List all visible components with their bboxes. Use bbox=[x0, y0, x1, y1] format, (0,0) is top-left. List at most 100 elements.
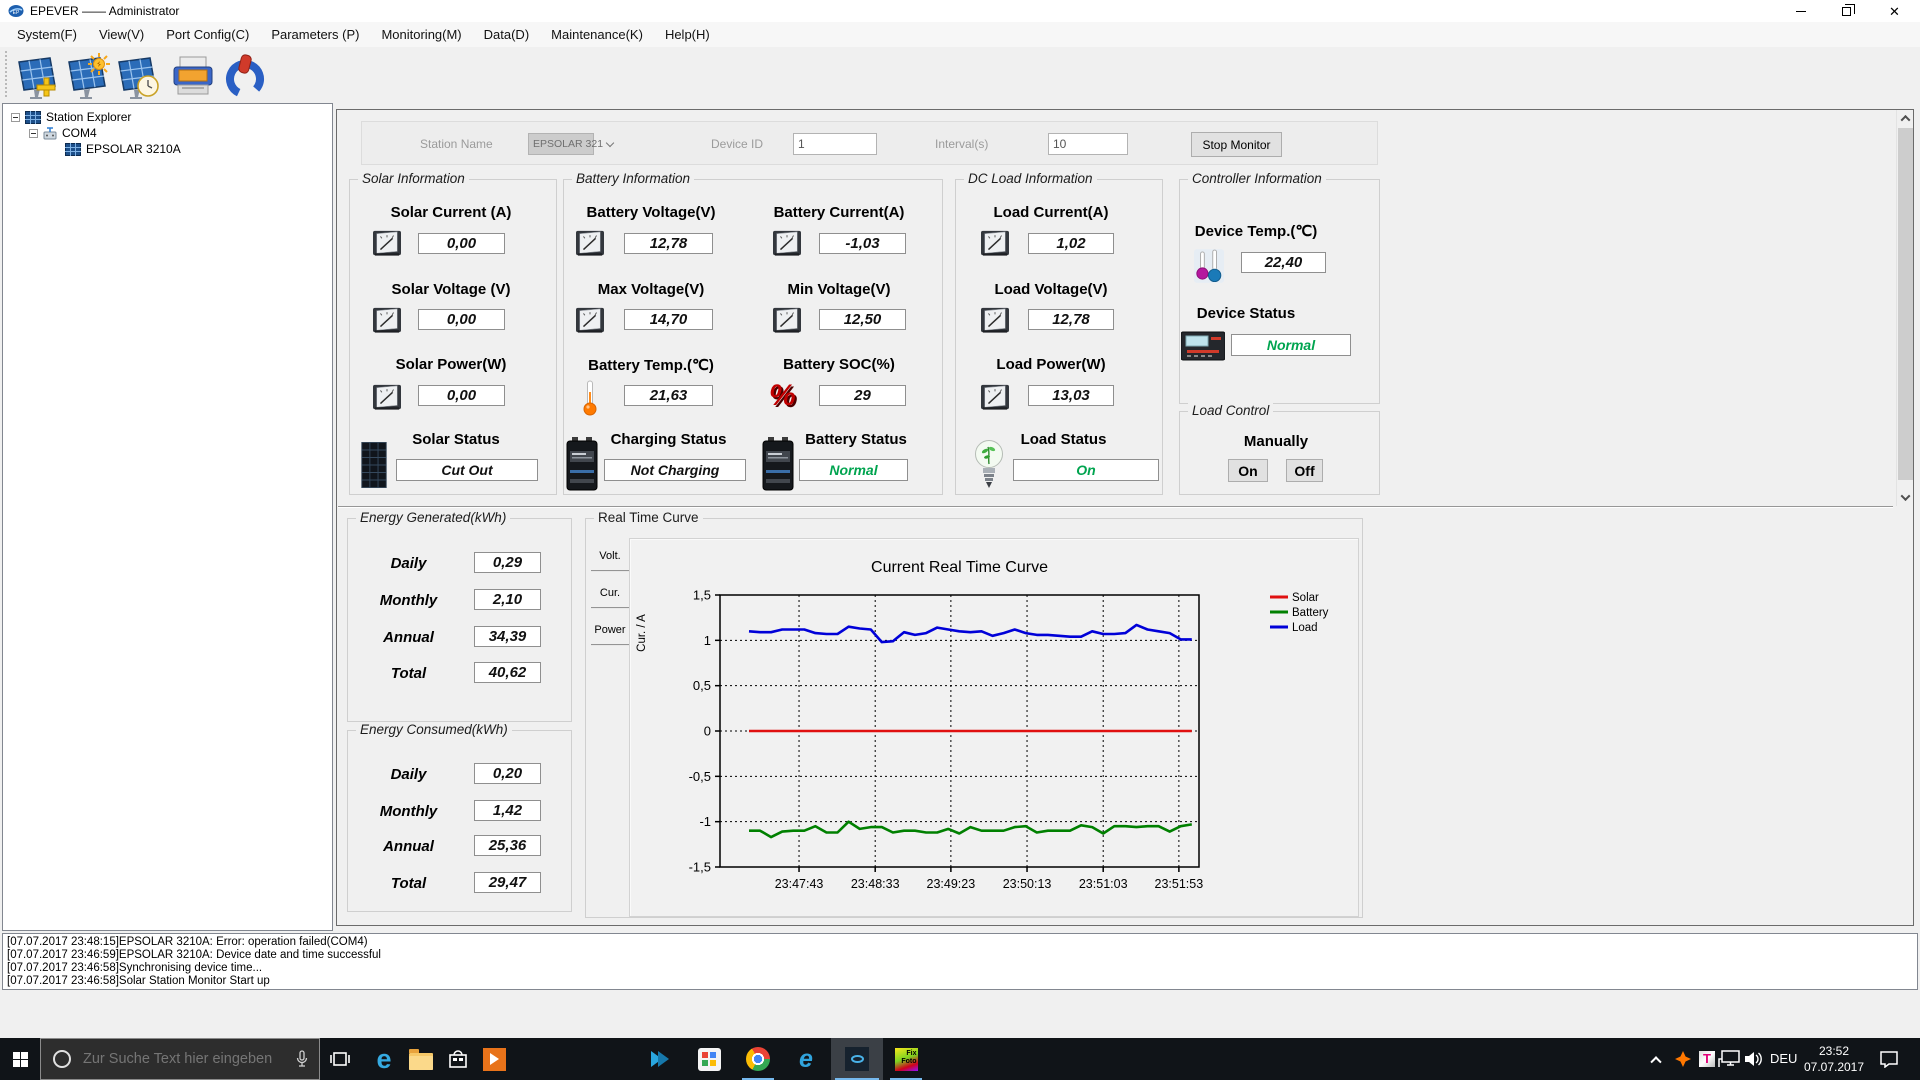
avast-tray-button[interactable] bbox=[1670, 1038, 1696, 1080]
svg-text:Battery: Battery bbox=[1292, 607, 1329, 619]
microphone-icon[interactable] bbox=[295, 1050, 309, 1068]
station-name-select[interactable]: EPSOLAR 321 bbox=[528, 133, 615, 155]
total-value: 40,62 bbox=[474, 662, 541, 683]
battery-voltage-value: 12,78 bbox=[624, 233, 713, 254]
toolbar bbox=[0, 47, 1920, 103]
group-title: Energy Generated(kWh) bbox=[356, 510, 511, 525]
tray-expand-button[interactable] bbox=[1642, 1038, 1670, 1080]
start-button[interactable] bbox=[0, 1038, 40, 1080]
log-line: [07.07.2017 23:46:58]Synchronising devic… bbox=[7, 962, 263, 974]
menu-parameters[interactable]: Parameters (P) bbox=[260, 22, 370, 47]
chevron-down-icon bbox=[1900, 491, 1911, 502]
volume-tray-button[interactable] bbox=[1740, 1038, 1768, 1080]
scroll-up-button[interactable] bbox=[1897, 110, 1914, 127]
energy-consumed-group: Energy Consumed(kWh) Daily 0,20 Monthly … bbox=[347, 722, 572, 912]
minimize-button[interactable] bbox=[1778, 0, 1823, 22]
scroll-down-button[interactable] bbox=[1897, 489, 1914, 506]
group-title: Battery Information bbox=[572, 171, 695, 186]
print-button[interactable] bbox=[170, 53, 216, 99]
monthly-value: 2,10 bbox=[474, 589, 541, 610]
epever-app-button[interactable] bbox=[831, 1038, 883, 1080]
chevron-down-icon bbox=[605, 138, 615, 147]
daily-value: 0,20 bbox=[474, 763, 541, 784]
media-player-button[interactable] bbox=[640, 1038, 680, 1080]
folder-icon bbox=[409, 1048, 433, 1070]
restore-button[interactable] bbox=[1824, 0, 1869, 22]
close-icon: ✕ bbox=[1889, 3, 1900, 19]
thermometer-icon bbox=[579, 380, 601, 416]
realtime-monitor-button[interactable] bbox=[114, 53, 160, 99]
task-view-button[interactable] bbox=[320, 1038, 360, 1080]
fixfoto-button[interactable]: Fix Foto bbox=[886, 1038, 926, 1080]
menu-help[interactable]: Help(H) bbox=[654, 22, 721, 47]
solar-panel-clock-icon bbox=[114, 53, 160, 99]
tab-volt[interactable]: Volt. bbox=[591, 542, 629, 572]
min-voltage-value: 12,50 bbox=[819, 309, 906, 330]
scrollbar-thumb[interactable] bbox=[1898, 128, 1913, 480]
chevron-up-icon bbox=[1900, 114, 1911, 125]
action-center-button[interactable] bbox=[1872, 1038, 1906, 1080]
avast-icon bbox=[1675, 1051, 1691, 1067]
menu-monitoring[interactable]: Monitoring(M) bbox=[370, 22, 472, 47]
fixfoto-icon: Fix Foto bbox=[894, 1047, 918, 1071]
menu-port-config[interactable]: Port Config(C) bbox=[155, 22, 260, 47]
chrome-button[interactable] bbox=[738, 1038, 778, 1080]
load-on-button[interactable]: On bbox=[1228, 459, 1268, 482]
toolbar-drag-handle[interactable] bbox=[5, 51, 7, 97]
solar-status-value: Cut Out bbox=[396, 459, 538, 481]
interval-input[interactable] bbox=[1048, 133, 1128, 155]
menu-system[interactable]: System(F) bbox=[6, 22, 88, 47]
search-input[interactable] bbox=[71, 1051, 295, 1067]
collapse-icon[interactable] bbox=[29, 128, 38, 138]
station-monitor-button[interactable] bbox=[64, 53, 110, 99]
bulb-icon bbox=[974, 439, 1004, 493]
app-grid-button[interactable] bbox=[689, 1038, 729, 1080]
exit-button[interactable] bbox=[222, 53, 268, 99]
menu-data[interactable]: Data(D) bbox=[473, 22, 541, 47]
add-station-button[interactable] bbox=[14, 53, 60, 99]
tree-node-epsolar-3210a[interactable]: EPSOLAR 3210A bbox=[65, 141, 181, 157]
menu-maintenance[interactable]: Maintenance(K) bbox=[540, 22, 654, 47]
taskbar-clock[interactable]: 23:52 07.07.2017 bbox=[1802, 1043, 1866, 1075]
app-logo-icon bbox=[8, 3, 24, 19]
tab-power[interactable]: Power bbox=[591, 616, 629, 646]
svg-text:Cur. / A: Cur. / A bbox=[636, 614, 648, 652]
station-name-value: EPSOLAR 321 bbox=[533, 138, 604, 150]
edge-button[interactable]: e bbox=[364, 1038, 404, 1080]
battery-temp-label: Battery Temp.(℃) bbox=[588, 357, 714, 374]
file-explorer-button[interactable] bbox=[401, 1038, 441, 1080]
load-current-label: Load Current(A) bbox=[993, 204, 1109, 221]
tree-node-station-explorer[interactable]: Station Explorer bbox=[11, 109, 131, 125]
annual-label: Annual bbox=[383, 629, 434, 646]
meter-icon bbox=[373, 383, 401, 411]
store-button[interactable] bbox=[438, 1038, 478, 1080]
load-off-button[interactable]: Off bbox=[1286, 459, 1323, 482]
meter-icon bbox=[773, 306, 801, 334]
group-title: Energy Consumed(kWh) bbox=[356, 722, 512, 737]
title-bar: EPEVER —— Administrator ✕ bbox=[0, 0, 1920, 22]
solar-voltage-value: 0,00 bbox=[418, 309, 505, 330]
monthly-label: Monthly bbox=[379, 803, 438, 820]
stop-monitor-button[interactable]: Stop Monitor bbox=[1191, 132, 1282, 157]
device-id-input[interactable] bbox=[793, 133, 877, 155]
movies-tv-button[interactable] bbox=[474, 1038, 514, 1080]
device-status-value: Normal bbox=[1231, 334, 1351, 356]
clock-time: 23:52 bbox=[1818, 1044, 1850, 1058]
load-power-label: Load Power(W) bbox=[996, 356, 1106, 373]
tab-current[interactable]: Cur. bbox=[591, 579, 629, 609]
desktop: EP EPEVER —— Administrator ✕ System(F) V… bbox=[0, 0, 1920, 1080]
taskbar-search[interactable] bbox=[40, 1038, 320, 1080]
tree-node-com4[interactable]: COM4 bbox=[29, 125, 97, 141]
close-button[interactable]: ✕ bbox=[1872, 0, 1917, 22]
task-view-icon bbox=[330, 1051, 350, 1067]
load-power-value: 13,03 bbox=[1028, 385, 1114, 406]
collapse-icon[interactable] bbox=[11, 112, 20, 122]
menu-view[interactable]: View(V) bbox=[88, 22, 155, 47]
tree-label: EPSOLAR 3210A bbox=[86, 142, 181, 156]
annual-value: 34,39 bbox=[474, 626, 541, 647]
language-indicator[interactable]: DEU bbox=[1770, 1051, 1797, 1066]
internet-explorer-button[interactable]: e bbox=[786, 1038, 826, 1080]
vertical-scrollbar[interactable] bbox=[1896, 110, 1913, 506]
app-grid-icon bbox=[697, 1047, 721, 1071]
meter-icon bbox=[576, 229, 604, 257]
